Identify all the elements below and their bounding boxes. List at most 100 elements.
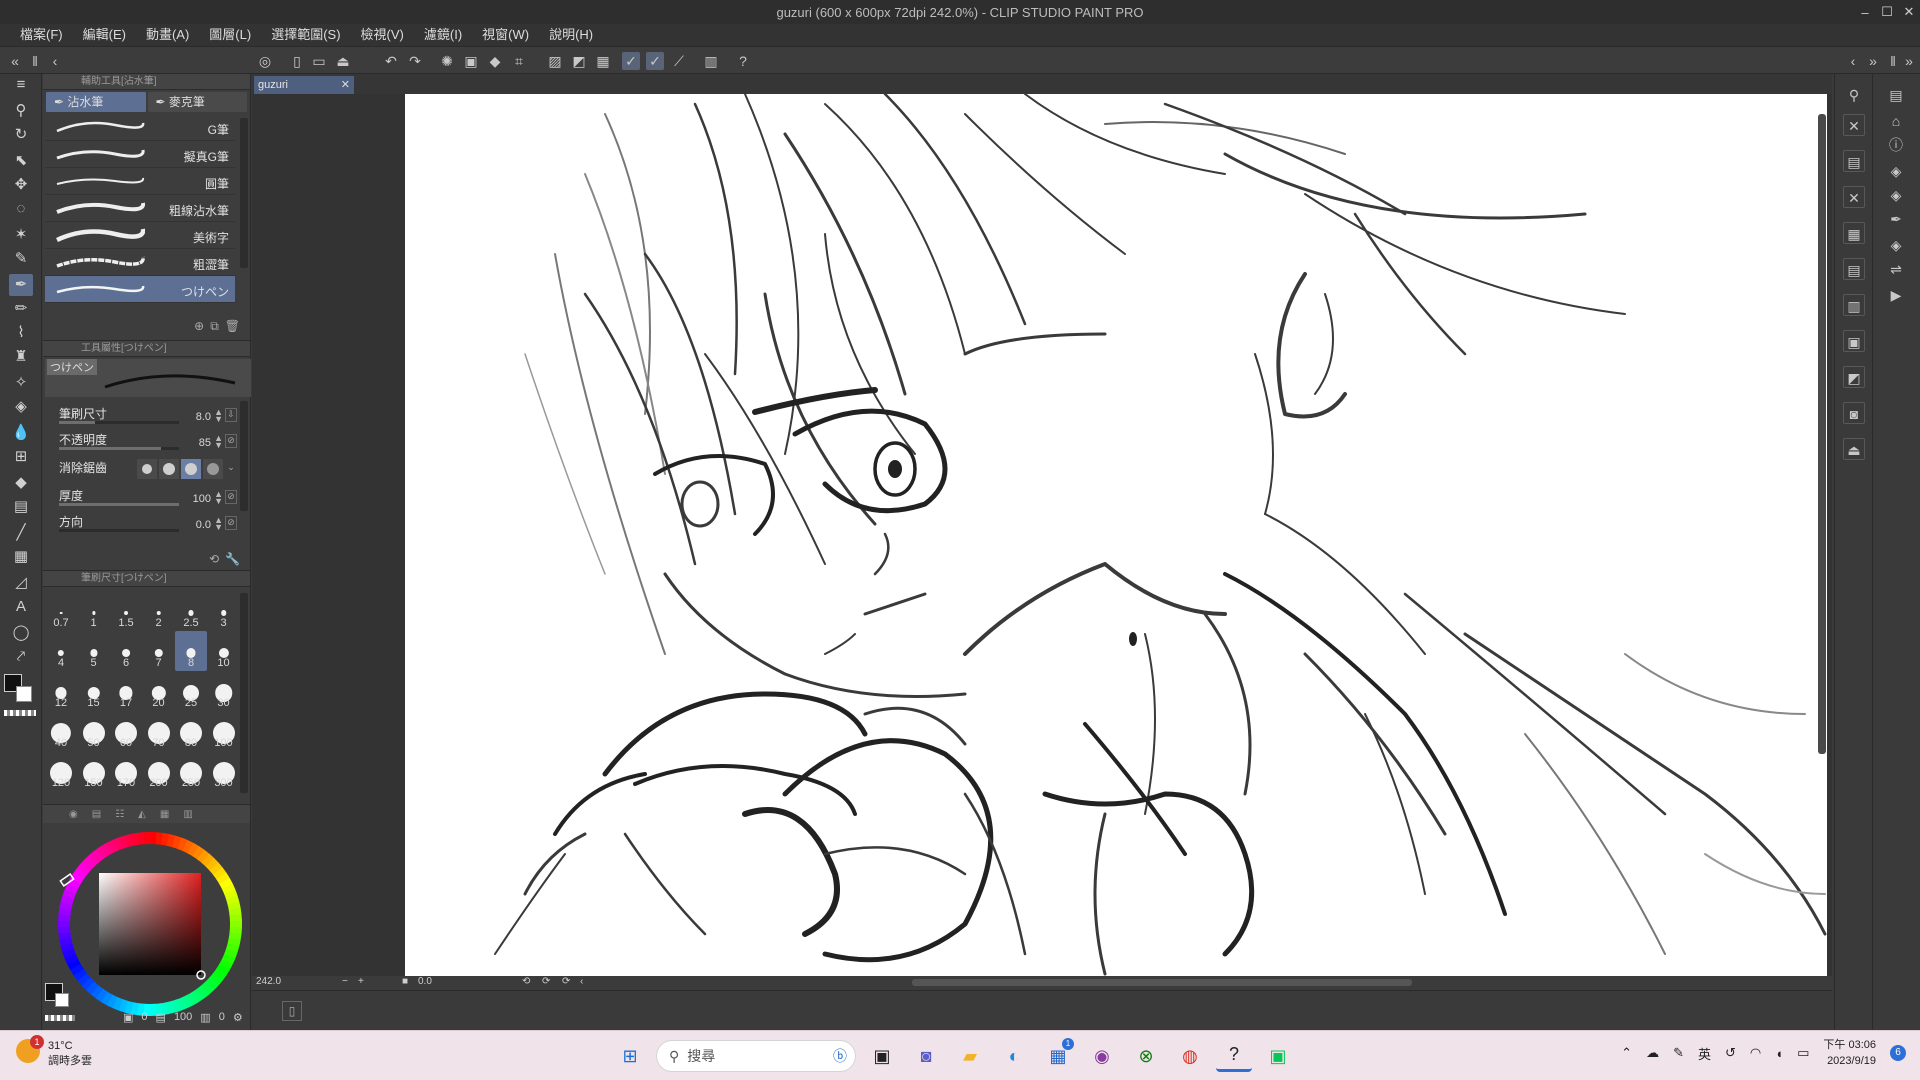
- brush-item-rough-pen[interactable]: 粗澀筆: [45, 249, 235, 276]
- pen-menu-icon[interactable]: ✎: [1673, 1045, 1684, 1061]
- brush-item-g-pen[interactable]: G筆: [45, 114, 235, 141]
- brush-item-tsuke-pen[interactable]: つけペン: [45, 276, 235, 303]
- layer-property-icon[interactable]: ▤: [1885, 84, 1907, 106]
- brush-size-option[interactable]: 170: [110, 751, 142, 791]
- collapse-left-icon[interactable]: «: [6, 52, 24, 70]
- pencil-tool-icon[interactable]: ✏: [9, 298, 33, 320]
- open-file-icon[interactable]: ▭: [310, 52, 328, 70]
- brush-size-option[interactable]: 10: [208, 631, 240, 671]
- brightness-value[interactable]: 0: [219, 1011, 225, 1024]
- chat-icon[interactable]: ◙: [908, 1040, 944, 1072]
- menu-file[interactable]: 檔案(F): [10, 24, 73, 46]
- onedrive-icon[interactable]: ☁: [1646, 1045, 1659, 1061]
- document-tab-guzuri[interactable]: guzuri ✕: [254, 76, 354, 94]
- brush-size-option[interactable]: 20: [143, 671, 175, 711]
- deselect-icon[interactable]: ▨: [546, 52, 564, 70]
- brush-item-thick-pen[interactable]: 粗線沾水筆: [45, 195, 235, 222]
- task-view-icon[interactable]: ▣: [864, 1040, 900, 1072]
- create-subtool-icon[interactable]: ⧉: [210, 319, 219, 334]
- direction-slider[interactable]: [59, 529, 179, 532]
- zoom-in-icon[interactable]: +: [358, 976, 364, 987]
- color-set-tab-icon[interactable]: ☷: [115, 809, 124, 820]
- ime-indicator[interactable]: 英: [1698, 1044, 1711, 1063]
- pressure-settings-icon[interactable]: ⊘: [225, 434, 237, 448]
- canvas-vertical-scrollbar[interactable]: [1818, 114, 1826, 754]
- brush-size-option[interactable]: 1.5: [110, 591, 142, 631]
- undo-icon[interactable]: ↶: [382, 52, 400, 70]
- brush-size-scrollbar[interactable]: [240, 593, 248, 793]
- collapse-right-icon[interactable]: »: [1864, 52, 1882, 70]
- brush-size-option[interactable]: 80: [175, 711, 207, 751]
- brush-settings-icon[interactable]: ✒: [1885, 208, 1907, 230]
- layers-stack-icon[interactable]: ◈: [1885, 234, 1907, 256]
- rotation-angle[interactable]: 0.0: [418, 976, 432, 987]
- chevron-down-icon[interactable]: ⌄: [225, 462, 237, 476]
- clip-studio-taskbar-icon[interactable]: ?: [1216, 1040, 1252, 1072]
- menu-filter[interactable]: 濾鏡(I): [414, 24, 472, 46]
- snap-ruler-icon[interactable]: ✓: [622, 52, 640, 70]
- brush-size-option[interactable]: 0.7: [45, 591, 77, 631]
- brush-size-slider[interactable]: [59, 421, 179, 424]
- clip-studio-icon[interactable]: ◎: [256, 52, 274, 70]
- saturation-value[interactable]: 100: [174, 1011, 192, 1024]
- correct-line-tool-icon[interactable]: ⤤: [9, 646, 33, 668]
- brush-item-round-pen[interactable]: 圓筆: [45, 168, 235, 195]
- help-icon[interactable]: ?: [734, 52, 752, 70]
- airbrush-tool-icon[interactable]: ♜: [9, 346, 33, 368]
- prop-thickness-value[interactable]: 100: [193, 493, 211, 505]
- rotate-reset-icon[interactable]: ■: [402, 976, 408, 987]
- brush-size-option[interactable]: 15: [78, 671, 110, 711]
- pressure-settings-icon[interactable]: ⊘: [225, 516, 237, 530]
- close-icon[interactable]: ✕: [1898, 0, 1920, 24]
- brush-size-option[interactable]: 25: [175, 671, 207, 711]
- spin-arrows-icon[interactable]: ▲ ▼: [214, 408, 223, 424]
- file-explorer-icon[interactable]: ▰: [952, 1040, 988, 1072]
- prop-thickness[interactable]: 厚度 100 ▲ ▼ ⊘: [45, 485, 237, 511]
- layer-search-icon[interactable]: ⌂: [1885, 110, 1907, 132]
- brush-size-option[interactable]: 300: [208, 751, 240, 791]
- brush-tool-icon[interactable]: ⌇: [9, 322, 33, 344]
- expand-right-icon[interactable]: »: [1900, 52, 1918, 70]
- tray-chevron-up-icon[interactable]: ⌃: [1621, 1045, 1632, 1061]
- figure-tool-icon[interactable]: ╱: [9, 522, 33, 544]
- brush-size-option[interactable]: 4: [45, 631, 77, 671]
- material-7-icon[interactable]: ◩: [1843, 366, 1865, 388]
- color-transparent-swatch[interactable]: [45, 1015, 75, 1021]
- brush-size-option[interactable]: 70: [143, 711, 175, 751]
- brush-size-option[interactable]: 120: [45, 751, 77, 791]
- brush-size-option[interactable]: 12: [45, 671, 77, 711]
- pressure-settings-icon[interactable]: ⇩: [225, 408, 237, 422]
- brush-size-option[interactable]: 60: [110, 711, 142, 751]
- timeline-icon[interactable]: ▯: [282, 1001, 302, 1021]
- decoration-tool-icon[interactable]: ✧: [9, 372, 33, 394]
- zoom-out-icon[interactable]: −: [342, 976, 348, 987]
- delete-subtool-icon[interactable]: 🗑: [225, 319, 240, 334]
- prop-brush-size[interactable]: 筆刷尺寸 8.0 ▲ ▼ ⇩: [45, 403, 237, 429]
- panel-menu-icon[interactable]: ≡: [9, 74, 33, 96]
- material-4-icon[interactable]: ▤: [1843, 258, 1865, 280]
- brush-size-option[interactable]: 3: [208, 591, 240, 631]
- split-icon[interactable]: ‖: [26, 52, 44, 70]
- taskbar-search[interactable]: ⚲ 搜尋 ⓑ: [656, 1040, 856, 1072]
- opacity-slider[interactable]: [59, 447, 179, 450]
- invert-selection-icon[interactable]: ◩: [570, 52, 588, 70]
- antialias-strong-option[interactable]: [203, 459, 223, 479]
- minimize-icon[interactable]: –: [1854, 0, 1876, 24]
- antialias-none-option[interactable]: [137, 459, 157, 479]
- clock[interactable]: 下午 03:06 2023/9/19: [1823, 1037, 1876, 1069]
- redo-icon[interactable]: ↷: [406, 52, 424, 70]
- prop-antialiasing[interactable]: 消除鋸齒 ⌄: [45, 457, 237, 483]
- brush-size-option[interactable]: 2.5: [175, 591, 207, 631]
- brush-size-option[interactable]: 200: [143, 751, 175, 791]
- color-history-tab-icon[interactable]: ▥: [183, 809, 192, 820]
- close-tab-icon[interactable]: ✕: [341, 76, 350, 94]
- animation-icon[interactable]: ⇌: [1885, 258, 1907, 280]
- pen-tool-icon[interactable]: ✒: [9, 274, 33, 296]
- menu-view[interactable]: 檢視(V): [351, 24, 414, 46]
- menu-edit[interactable]: 編輯(E): [73, 24, 136, 46]
- gradient-tool-icon[interactable]: ▤: [9, 496, 33, 518]
- weather-widget[interactable]: 1 31°C 調時多雲: [16, 1035, 92, 1069]
- rotate-right-icon[interactable]: ⟳: [542, 976, 550, 987]
- loading-icon[interactable]: ✺: [438, 52, 456, 70]
- brush-size-option[interactable]: 150: [78, 751, 110, 791]
